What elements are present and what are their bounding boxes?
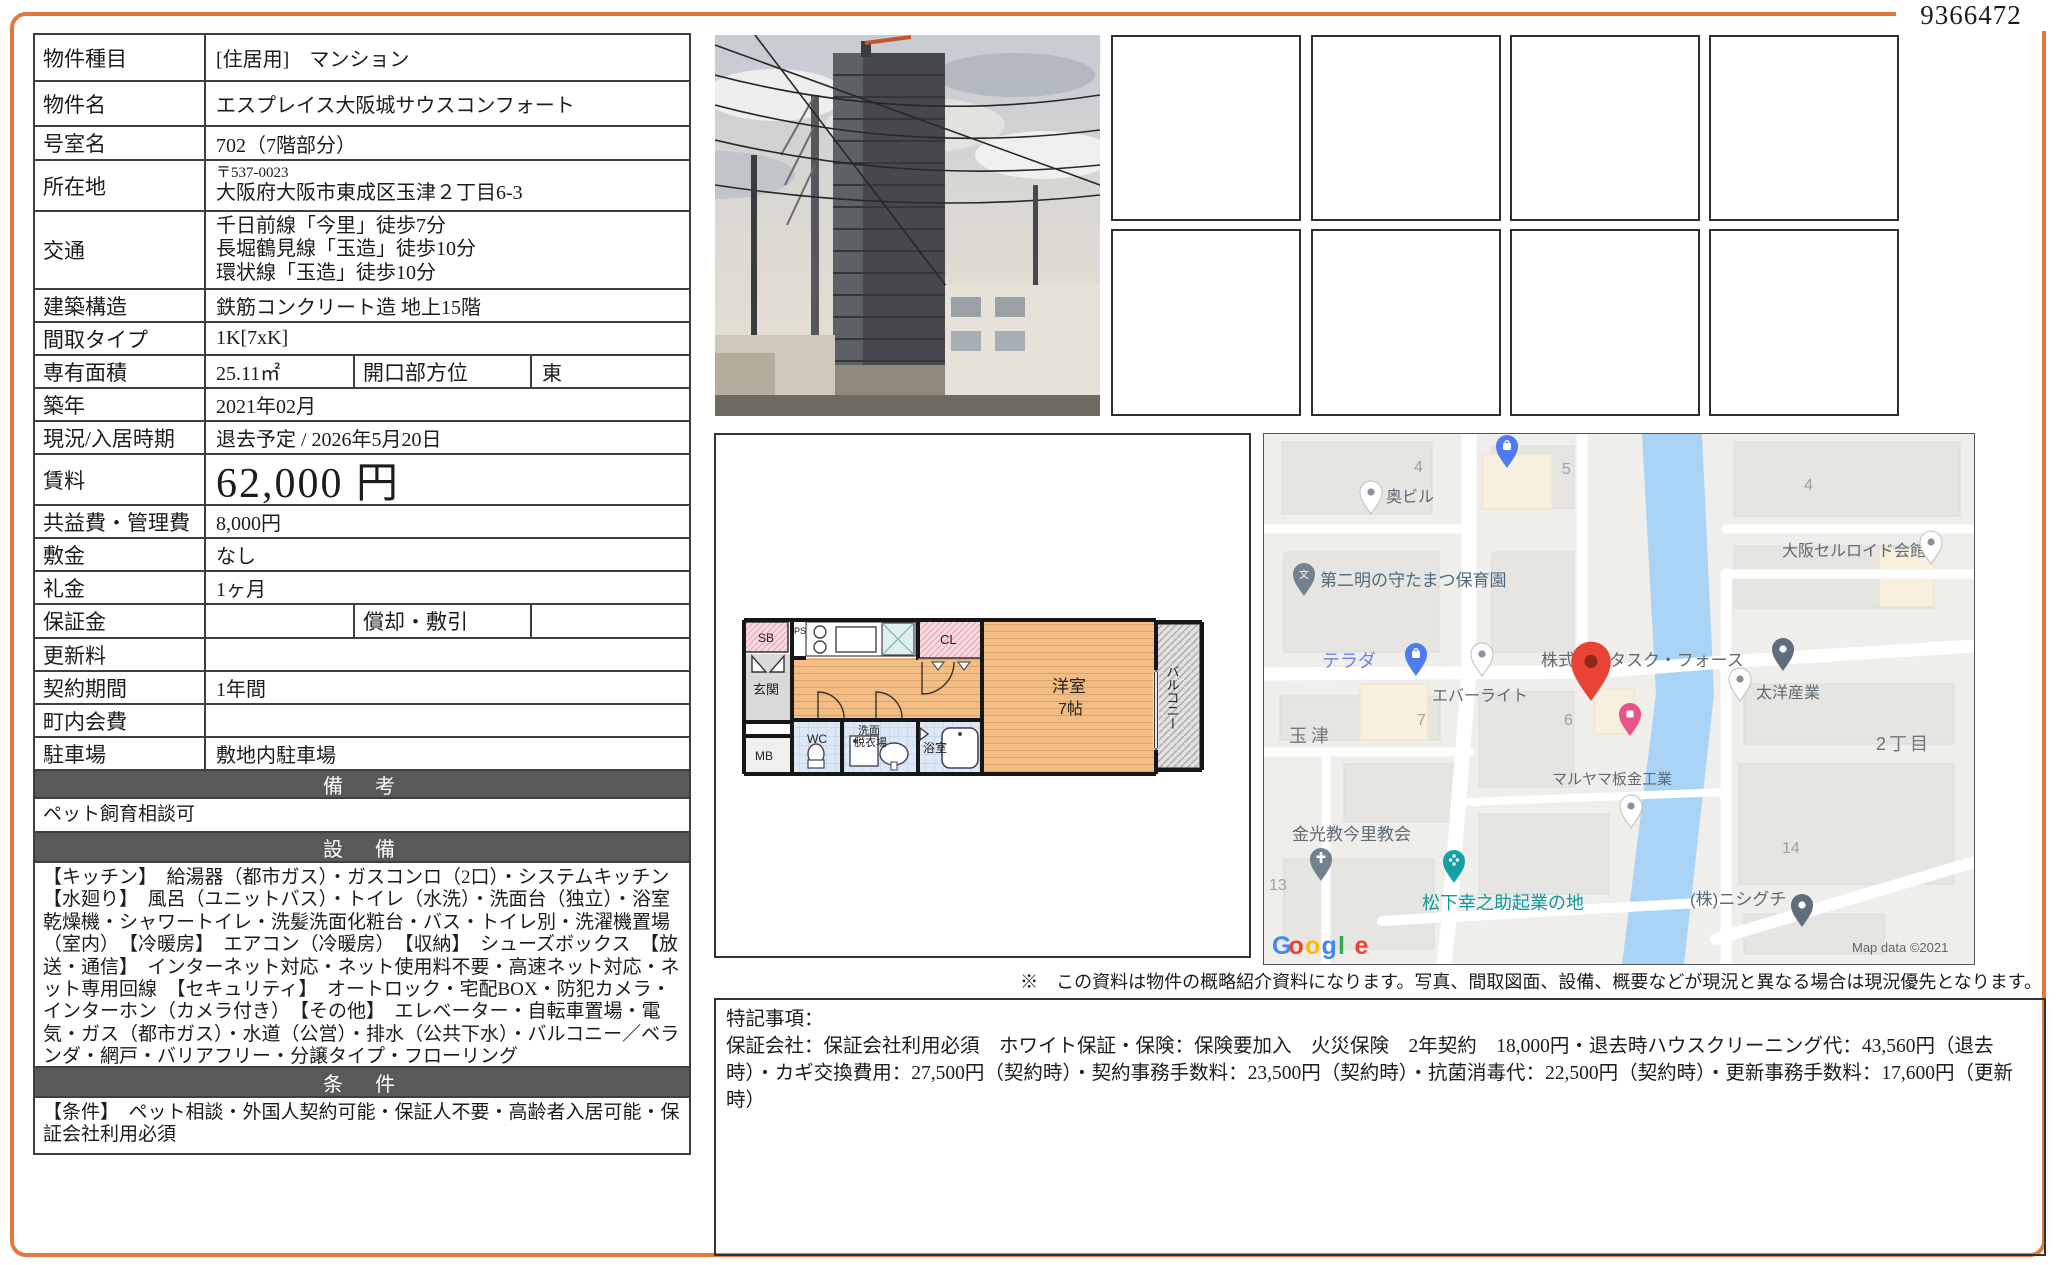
- photo-placeholder: [1709, 35, 1899, 221]
- map-label: 奥ビル: [1386, 488, 1434, 506]
- google-logo-letter: g: [1322, 932, 1337, 960]
- photo-placeholder: [1111, 35, 1301, 221]
- access-line: 長堀鶴見線「玉造」徒歩10分: [216, 238, 476, 261]
- map-label: エバーライト: [1432, 688, 1528, 705]
- map-label: (株)ニシグチ: [1690, 890, 1786, 909]
- svg-text:文: 文: [1299, 568, 1309, 581]
- table-row: 共益費・管理費 8,000円: [35, 504, 689, 537]
- map-attribution: Map data ©2021: [1852, 940, 1948, 955]
- google-logo: Go o g l e: [1272, 932, 1369, 960]
- floorplan-label-balcony: バルコニー: [1165, 665, 1180, 730]
- map-label: 松下幸之助起業の地: [1422, 893, 1584, 913]
- map-label: 14: [1782, 840, 1800, 857]
- document-id: 9366472: [1896, 0, 2046, 31]
- floorplan-label-washroom: 洗面: [858, 724, 880, 737]
- table-row: 築年 2021年02月: [35, 387, 689, 420]
- floorplan-label-washroom2: 脱衣場: [854, 735, 887, 749]
- map-label: 2丁目: [1876, 734, 1931, 754]
- property-datasheet: 9366472 物件種目 [住居用] マンション 物件名 エスプレイス大阪城サウスコ…: [0, 0, 2056, 1265]
- floorplan-label-cl: CL: [940, 632, 957, 647]
- postal-code: 〒537-0023: [216, 165, 289, 182]
- map-label: 金光教今里教会: [1292, 825, 1411, 844]
- table-row: 駐車場 敷地内駐車場: [35, 736, 689, 769]
- map-label: 太洋産業: [1756, 684, 1820, 702]
- access-line: 千日前線「今里」徒歩7分: [216, 214, 446, 237]
- conditions-text: 【条件】 ペット相談・外国人契約可能・保証人不要・高齢者入居可能・保証会社利用必…: [35, 1096, 689, 1153]
- table-row: 所在地 〒537-0023 大阪府大阪市東成区玉津２丁目6-3: [35, 159, 689, 210]
- table-row-rent: 賃料 62,000 円: [35, 453, 689, 507]
- special-notes-title: 特記事項：: [726, 1009, 824, 1030]
- floorplan-label-ps: PS: [794, 626, 806, 636]
- floorplan-label-entrance: 玄関: [753, 682, 779, 697]
- photo-placeholder: [1311, 35, 1501, 221]
- kitchen-sink: [835, 626, 877, 653]
- photo-placeholder: [1709, 229, 1899, 416]
- map-label: 6: [1564, 712, 1573, 729]
- special-notes-text: 保証会社：保証会社利用必須 ホワイト保証・保険：保険要加入 火災保険 2年契約 …: [726, 1036, 2014, 1111]
- google-logo-letter: o: [1305, 932, 1320, 960]
- map-panel: 4 5 4 奥ビル 第二明の守たまつ保育園 テラダ エバーライト 株式会社タスク・フォース 大阪…: [1263, 433, 1975, 965]
- google-map: 4 54奥ビル第二明の守たまつ保育園テラダエバーライト株式会社タスク・フォース大阪…: [1264, 434, 1974, 964]
- floorplan-label-wc: WC: [807, 732, 827, 746]
- map-label: 4: [1804, 477, 1813, 494]
- google-logo-letter: l: [1338, 932, 1345, 960]
- map-label: 7: [1417, 712, 1426, 729]
- table-row: 礼金 1ヶ月: [35, 570, 689, 603]
- photo-placeholder: [1510, 35, 1700, 221]
- building-photo-image: [635, 34, 1115, 417]
- photo-placeholder: [1311, 229, 1501, 416]
- table-row: 更新料: [35, 637, 689, 670]
- access-line: 環状線「玉造」徒歩10分: [216, 261, 436, 284]
- property-table: 物件種目 [住居用] マンション 物件名 エスプレイス大阪城サウスコンフォート 号室…: [33, 33, 691, 1155]
- map-label: 第二明の守たまつ保育園: [1320, 571, 1507, 590]
- disclaimer-text: ※ この資料は物件の概略紹介資料になります。写真、間取図面、設備、概要などが現況…: [1020, 972, 2042, 992]
- map-label: マルヤマ板金工業: [1552, 770, 1672, 788]
- table-row: 交通 千日前線「今里」徒歩7分 長堀鶴見線「玉造」徒歩10分 環状線「玉造」徒歩10…: [35, 210, 689, 288]
- floorplan-label-room-size: 7帖: [1058, 700, 1083, 718]
- map-label: 大阪セルロイド会館: [1782, 542, 1926, 560]
- table-row: 町内会費: [35, 703, 689, 736]
- special-notes-box: 特記事項： 保証会社：保証会社利用必須 ホワイト保証・保険：保険要加入 火災保険…: [714, 998, 2046, 1256]
- rent-value: 62,000 円: [216, 461, 401, 507]
- floorplan-drawing: SB PS CL 玄関 MB WC 洗面 脱衣場 浴室 洋室 7帖 バルコニー: [742, 618, 1204, 776]
- table-row: 物件名 エスプレイス大阪城サウスコンフォート: [35, 80, 689, 125]
- map-label: 玉津: [1289, 726, 1333, 746]
- floorplan-label-room: 洋室: [1052, 677, 1086, 696]
- section-header-remarks: 備 考: [35, 769, 689, 798]
- table-row: 保証金 償却・敷引: [35, 603, 689, 637]
- map-label: テラダ: [1322, 651, 1376, 671]
- equipment-text: 【キッチン】 給湯器（都市ガス）・ガスコンロ（2口）・システムキッチン 【水廻り…: [35, 861, 689, 1067]
- section-header-conditions: 条 件: [35, 1066, 689, 1096]
- table-row: 契約期間 1年間: [35, 670, 689, 703]
- section-header-equipment: 設 備: [35, 831, 689, 861]
- floorplan-label-sb: SB: [758, 631, 774, 645]
- map-label: 13: [1269, 877, 1287, 894]
- photo-placeholder: [1111, 229, 1301, 416]
- map-label: 4: [1414, 459, 1423, 476]
- table-row: 号室名 702（7階部分）: [35, 125, 689, 159]
- table-row: 敷金 なし: [35, 537, 689, 570]
- google-logo-letter: e: [1355, 932, 1369, 960]
- map-label: 5: [1562, 461, 1571, 478]
- google-logo-letter: o: [1289, 932, 1304, 960]
- table-row: 物件種目 [住居用] マンション: [35, 35, 689, 80]
- table-row: 建築構造 鉄筋コンクリート造 地上15階: [35, 288, 689, 321]
- floorplan-panel: SB PS CL 玄関 MB WC 洗面 脱衣場 浴室 洋室 7帖 バルコニー: [714, 433, 1251, 958]
- main-room-floor: [982, 620, 1156, 772]
- floorplan-label-mb: MB: [755, 749, 773, 763]
- remarks-text: ペット飼育相談可: [35, 797, 689, 831]
- photo-placeholder: [1510, 229, 1700, 416]
- address: 大阪府大阪市東成区玉津２丁目6-3: [216, 181, 523, 204]
- floorplan-label-bath: 浴室: [923, 740, 947, 755]
- building-photo: [635, 34, 1115, 417]
- table-row: 間取タイプ 1K[7xK]: [35, 321, 689, 354]
- table-row: 専有面積 25.11㎡ 開口部方位東: [35, 354, 689, 387]
